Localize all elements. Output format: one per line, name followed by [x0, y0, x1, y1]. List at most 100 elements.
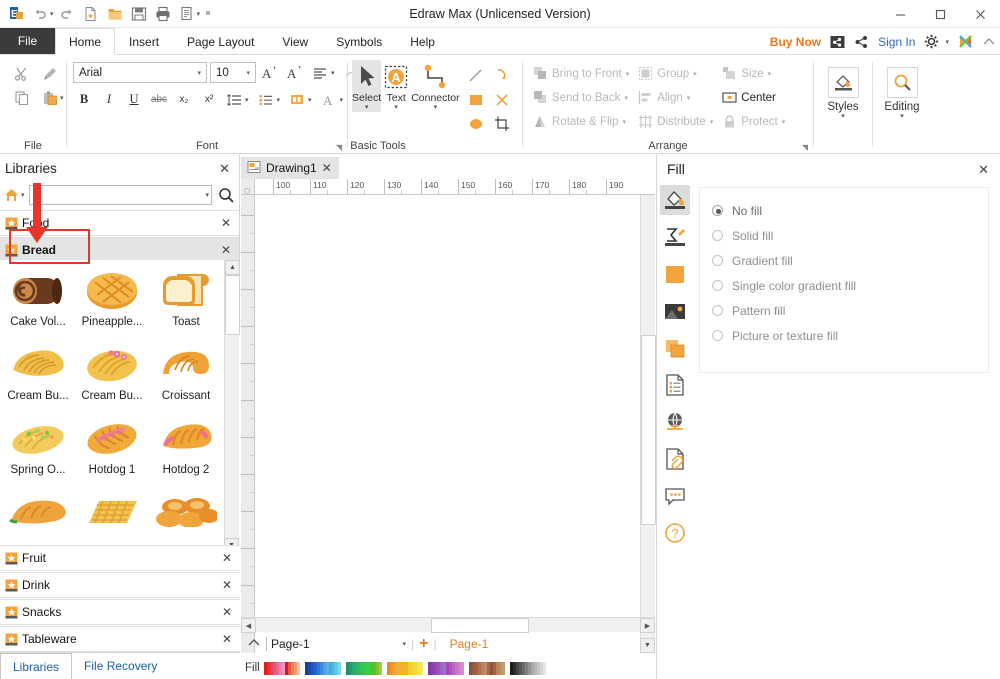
- shape-croissant[interactable]: Croissant: [149, 338, 223, 412]
- grow-font-icon[interactable]: A: [259, 62, 281, 83]
- align-left-icon[interactable]: [309, 62, 331, 83]
- font-color-button[interactable]: A ▾: [318, 89, 347, 110]
- menu-tab-page-layout[interactable]: Page Layout: [173, 28, 268, 54]
- search-icon[interactable]: [216, 187, 235, 204]
- protect-dropdown-icon[interactable]: ▾: [782, 118, 786, 126]
- text-align-button[interactable]: ▾: [309, 62, 338, 83]
- properties-rail-button[interactable]: [660, 370, 690, 400]
- library-item-snacks[interactable]: Snacks ✕: [0, 599, 240, 625]
- shadow-rail-button[interactable]: [660, 333, 690, 363]
- distribute-dropdown-icon[interactable]: ▾: [710, 118, 714, 126]
- connector-tool-button[interactable]: Connector ▾: [411, 60, 459, 112]
- connector-tool-dropdown-icon[interactable]: ▾: [434, 104, 438, 112]
- arrange-dialog-launcher[interactable]: ◥: [802, 143, 808, 152]
- font-color-icon[interactable]: A: [318, 89, 340, 110]
- center-button[interactable]: Center: [717, 87, 789, 108]
- library-home-dropdown-icon[interactable]: ▾: [21, 191, 25, 199]
- page-selector-dropdown-icon[interactable]: ▾: [402, 640, 406, 648]
- strikethrough-icon[interactable]: abc: [148, 89, 170, 110]
- drawing-page[interactable]: [256, 195, 640, 653]
- align-dropdown-icon[interactable]: ▾: [687, 94, 691, 102]
- sign-in-button[interactable]: Sign In: [878, 35, 915, 49]
- format-painter-icon[interactable]: [40, 64, 60, 84]
- line-spacing-dropdown-icon[interactable]: ▾: [245, 96, 252, 104]
- shape-pineapple-bun[interactable]: Pineapple...: [75, 264, 149, 338]
- canvas-horizontal-scrollbar[interactable]: ◀ ▶: [241, 617, 655, 632]
- new-document-icon[interactable]: [80, 3, 102, 25]
- tab-file-recovery[interactable]: File Recovery: [72, 653, 169, 679]
- align-button[interactable]: Align ▾: [633, 87, 717, 108]
- menu-tab-help[interactable]: Help: [396, 28, 449, 54]
- bring-to-front-dropdown-icon[interactable]: ▾: [626, 70, 630, 78]
- superscript-icon[interactable]: x²: [198, 89, 220, 110]
- bullet-list-button[interactable]: ▾: [255, 89, 284, 110]
- shape-toast[interactable]: Toast: [149, 264, 223, 338]
- select-tool-dropdown-icon[interactable]: ▾: [365, 104, 369, 112]
- export-share-icon[interactable]: [830, 35, 845, 49]
- library-item-food[interactable]: Food ✕: [0, 210, 239, 236]
- bullet-list-icon[interactable]: [255, 89, 277, 110]
- page-tab-page-1[interactable]: Page-1: [442, 637, 489, 651]
- pencil-tool-button[interactable]: [489, 88, 515, 112]
- print-preview-dropdown-icon[interactable]: ▾: [197, 10, 201, 18]
- ellipse-tool-button[interactable]: [463, 112, 489, 136]
- line-spacing-icon[interactable]: [223, 89, 245, 110]
- subscript-icon[interactable]: x₂: [173, 89, 195, 110]
- scroll-thumb[interactable]: [225, 275, 240, 335]
- picture-rail-button[interactable]: [660, 296, 690, 326]
- close-snacks-library-icon[interactable]: ✕: [222, 605, 240, 619]
- styles-dropdown-icon[interactable]: ▾: [841, 113, 845, 121]
- search-dropdown-icon[interactable]: ▾: [205, 191, 209, 199]
- shape-cream-bun-1[interactable]: Cream Bu...: [1, 338, 75, 412]
- fill-option-solid-fill[interactable]: Solid fill: [712, 223, 988, 248]
- shape-gallery-scrollbar[interactable]: ▲: [224, 260, 239, 538]
- font-color-dropdown-icon[interactable]: ▾: [340, 96, 347, 104]
- line-rail-button[interactable]: [660, 222, 690, 252]
- save-floppy-icon[interactable]: [128, 3, 150, 25]
- text-tool-dropdown-icon[interactable]: ▾: [394, 104, 398, 112]
- scroll-up-button[interactable]: ▲: [225, 260, 240, 275]
- highlight-icon[interactable]: [286, 89, 308, 110]
- group-button[interactable]: Group ▾: [633, 63, 717, 84]
- fill-option-picture-or-texture-fill[interactable]: Picture or texture fill: [712, 323, 988, 348]
- font-family-combo[interactable]: Arial ▾: [73, 62, 207, 83]
- help-rail-button[interactable]: ?: [660, 518, 690, 548]
- close-bread-library-icon[interactable]: ✕: [221, 243, 239, 257]
- library-home-icon[interactable]: [3, 187, 20, 203]
- highlight-dropdown-icon[interactable]: ▾: [308, 96, 315, 104]
- text-highlight-button[interactable]: ▾: [286, 89, 315, 110]
- size-dropdown-icon[interactable]: ▾: [768, 70, 772, 78]
- print-preview-icon[interactable]: [176, 3, 198, 25]
- undo-dropdown-icon[interactable]: ▾: [50, 10, 54, 18]
- close-fill-panel-icon[interactable]: ✕: [975, 161, 992, 178]
- protect-button[interactable]: Protect ▾: [717, 111, 789, 132]
- fill-option-single-color-gradient-fill[interactable]: Single color gradient fill: [712, 273, 988, 298]
- canvas-vertical-scrollbar[interactable]: [640, 195, 655, 653]
- editing-dropdown-icon[interactable]: ▾: [900, 113, 904, 121]
- line-spacing-button[interactable]: ▾: [223, 89, 252, 110]
- open-folder-icon[interactable]: [104, 3, 126, 25]
- close-drink-library-icon[interactable]: ✕: [222, 578, 240, 592]
- scissors-icon[interactable]: [12, 64, 32, 84]
- select-tool-button[interactable]: Select ▾: [352, 60, 381, 112]
- library-item-drink[interactable]: Drink ✕: [0, 572, 240, 598]
- fill-option-gradient-fill[interactable]: Gradient fill: [712, 248, 988, 273]
- menu-tab-symbols[interactable]: Symbols: [322, 28, 396, 54]
- paste-button[interactable]: ▾: [40, 88, 67, 108]
- canvas-hscroll-thumb[interactable]: [431, 618, 529, 633]
- shape-cake-roll[interactable]: Cake Vol...: [1, 264, 75, 338]
- rotate-flip-dropdown-icon[interactable]: ▾: [622, 118, 626, 126]
- menu-tab-view[interactable]: View: [268, 28, 322, 54]
- page-origin-handle[interactable]: [244, 188, 250, 194]
- close-document-tab-icon[interactable]: ✕: [322, 161, 332, 175]
- copy-icon[interactable]: [12, 88, 32, 108]
- distribute-button[interactable]: Distribute ▾: [633, 111, 717, 132]
- color-swatch[interactable]: [543, 662, 546, 675]
- send-to-back-button[interactable]: Send to Back ▾: [528, 87, 633, 108]
- fill-option-pattern-fill[interactable]: Pattern fill: [712, 298, 988, 323]
- text-tool-button[interactable]: A Text ▾: [382, 60, 410, 112]
- canvas-scroll-left-button[interactable]: ◀: [241, 618, 256, 633]
- search-input[interactable]: [34, 188, 209, 202]
- search-input-wrapper[interactable]: ▾: [29, 185, 212, 205]
- font-size-dropdown-icon[interactable]: ▾: [243, 69, 253, 77]
